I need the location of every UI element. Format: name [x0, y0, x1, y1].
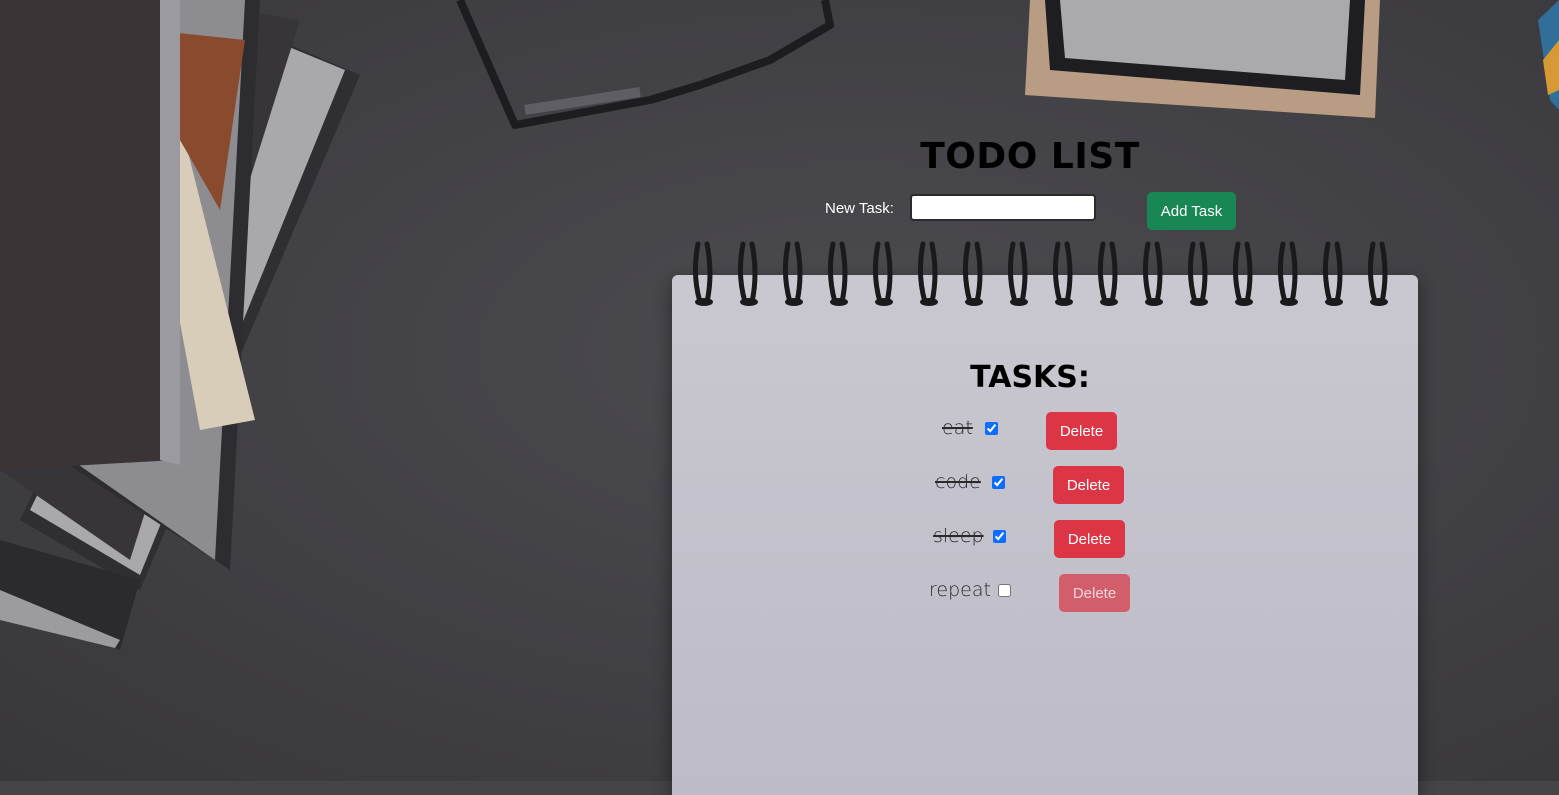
delete-task-button[interactable]: Delete — [1053, 466, 1124, 504]
pencil-cup-decoration — [1538, 0, 1559, 110]
new-task-input[interactable] — [910, 194, 1096, 221]
task-text: repeat — [929, 579, 991, 601]
task-done-checkbox[interactable] — [992, 476, 1005, 489]
glasses-decoration — [456, 0, 834, 129]
tablet-stand-decoration — [1025, 0, 1380, 118]
delete-task-button[interactable]: Delete — [1059, 574, 1130, 612]
task-text: sleep — [933, 525, 984, 547]
notepad — [672, 275, 1418, 795]
page-title: TODO LIST — [920, 136, 1140, 177]
add-task-button[interactable]: Add Task — [1147, 192, 1236, 230]
new-task-label: New Task: — [825, 200, 894, 217]
tasks-heading: TASKS: — [970, 360, 1090, 395]
task-done-checkbox[interactable] — [998, 584, 1011, 597]
task-done-checkbox[interactable] — [993, 530, 1006, 543]
books-decoration — [0, 0, 360, 650]
notepad-spiral-rings — [692, 241, 1388, 306]
delete-task-button[interactable]: Delete — [1054, 520, 1125, 558]
task-text: eat — [942, 417, 973, 439]
delete-task-button[interactable]: Delete — [1046, 412, 1117, 450]
task-done-checkbox[interactable] — [985, 422, 998, 435]
task-text: code — [935, 471, 981, 493]
